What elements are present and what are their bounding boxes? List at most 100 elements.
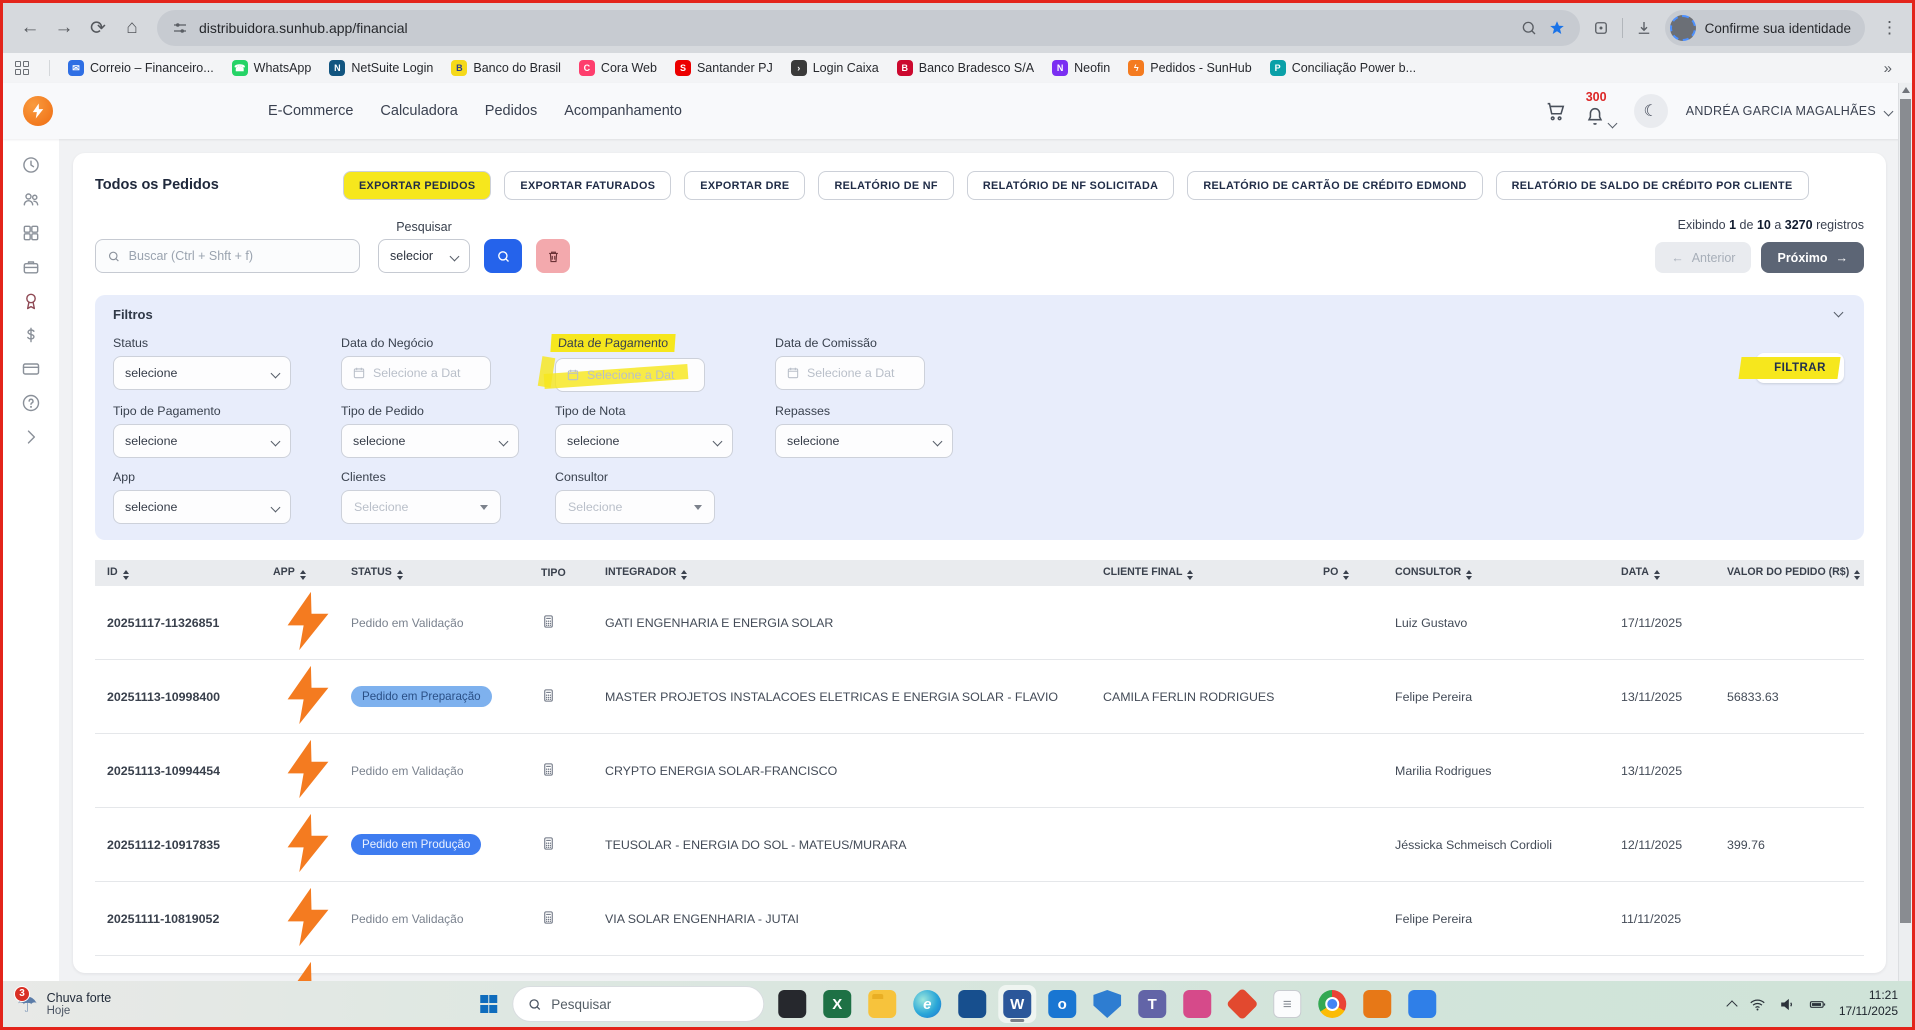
export-button-0[interactable]: EXPORTAR PEDIDOS [343, 171, 491, 200]
column-header-app[interactable]: APP [265, 560, 343, 586]
search-box[interactable] [95, 239, 360, 273]
table-row[interactable]: 20251111-10819052Pedido em ValidaçãoVIA … [95, 882, 1864, 956]
sidebar-history-icon[interactable] [21, 155, 41, 175]
scrollbar[interactable] [1898, 83, 1912, 981]
site-info-icon[interactable] [171, 19, 189, 37]
back-icon[interactable]: ← [13, 11, 47, 45]
weather-widget[interactable]: ☂3 Chuva forte Hoje [17, 991, 111, 1017]
start-button[interactable] [474, 989, 504, 1019]
search-page-icon[interactable] [1520, 19, 1538, 37]
taskbar-app-edge[interactable]: e [908, 985, 946, 1023]
search-input[interactable] [129, 249, 348, 263]
taskbar-app-teams[interactable]: T [1133, 985, 1171, 1023]
filter-data-negocio-input[interactable]: Selecione a Dat [341, 356, 491, 390]
export-button-2[interactable]: EXPORTAR DRE [684, 171, 805, 200]
battery-icon[interactable] [1809, 996, 1826, 1013]
bookmarks-overflow-icon[interactable]: » [1884, 60, 1900, 77]
column-header-data[interactable]: DATA [1613, 560, 1719, 586]
bookmark-item[interactable]: B Banco Bradesco S/A [897, 60, 1034, 76]
taskbar-app-photos[interactable] [1403, 985, 1441, 1023]
taskbar-search[interactable]: Pesquisar [512, 986, 764, 1022]
taskbar-app-chrome[interactable] [1313, 985, 1351, 1023]
bookmark-item[interactable]: ✉ Correio – Financeiro... [68, 60, 214, 76]
table-row[interactable]: 20251111-10801304Aguardando PagamentoEDI… [95, 956, 1864, 982]
user-menu[interactable]: ANDRÉA GARCIA MAGALHÃES [1686, 104, 1892, 118]
taskbar-app-console[interactable] [773, 985, 811, 1023]
sidebar-cards-icon[interactable] [21, 359, 41, 379]
taskbar-clock[interactable]: 11:21 17/11/2025 [1839, 988, 1898, 1019]
bookmark-item[interactable]: P Conciliação Power b... [1270, 60, 1416, 76]
filtrar-button[interactable]: FILTRAR [1756, 353, 1844, 383]
dark-mode-toggle[interactable]: ☾ [1634, 94, 1668, 128]
sidebar-users-icon[interactable] [21, 189, 41, 209]
scrollbar-thumb[interactable] [1900, 99, 1911, 923]
bookmark-item[interactable]: S Santander PJ [675, 60, 773, 76]
filter-tipo-pedido-select[interactable]: selecione [341, 424, 519, 458]
reload-icon[interactable]: ⟳ [81, 11, 115, 45]
taskbar-app-app-orange[interactable] [1358, 985, 1396, 1023]
bookmark-item[interactable]: N NetSuite Login [329, 60, 433, 76]
export-button-5[interactable]: RELATÓRIO DE CARTÃO DE CRÉDITO EDMOND [1187, 171, 1482, 200]
home-icon[interactable]: ⌂ [115, 11, 149, 45]
column-header-po[interactable]: PO [1315, 560, 1387, 586]
tray-overflow-icon[interactable] [1726, 1000, 1737, 1011]
column-header-consultor[interactable]: CONSULTOR [1387, 560, 1613, 586]
downloads-icon[interactable] [1635, 19, 1653, 37]
nav-item-e-commerce[interactable]: E-Commerce [268, 103, 353, 119]
bookmark-item[interactable]: B Banco do Brasil [451, 60, 561, 76]
column-header-status[interactable]: STATUS [343, 560, 533, 586]
column-header-cliente-final[interactable]: CLIENTE FINAL [1095, 560, 1315, 586]
extensions-icon[interactable] [1592, 19, 1610, 37]
sidebar-expand-icon[interactable] [21, 427, 41, 447]
forward-icon[interactable]: → [47, 11, 81, 45]
bookmark-item[interactable]: C Cora Web [579, 60, 657, 76]
next-page-button[interactable]: Próximo→ [1761, 242, 1864, 273]
table-row[interactable]: 20251112-10917835Pedido em ProduçãoTEUSO… [95, 808, 1864, 882]
volume-icon[interactable] [1779, 996, 1796, 1013]
bookmark-item[interactable]: ϟ Pedidos - SunHub [1128, 60, 1251, 76]
sidebar-help-icon[interactable] [21, 393, 41, 413]
taskbar-app-paint[interactable] [1178, 985, 1216, 1023]
apps-grid-icon[interactable] [15, 61, 29, 75]
cart-icon[interactable] [1544, 100, 1566, 122]
taskbar-app-security[interactable] [1088, 985, 1126, 1023]
order-id[interactable]: 20251111-10801304 [95, 956, 265, 982]
filter-tipo-pagamento-select[interactable]: selecione [113, 424, 291, 458]
sunhub-logo[interactable] [23, 96, 53, 126]
taskbar-app-explorer[interactable] [863, 985, 901, 1023]
taskbar-app-excel[interactable]: X [818, 985, 856, 1023]
sidebar-business-icon[interactable] [21, 257, 41, 277]
bookmark-star-icon[interactable] [1548, 19, 1566, 37]
bookmark-item[interactable]: N Neofin [1052, 60, 1110, 76]
taskbar-app-notepad[interactable]: ≡ [1268, 985, 1306, 1023]
bookmark-item[interactable]: ☎ WhatsApp [232, 60, 312, 76]
wifi-icon[interactable] [1749, 996, 1766, 1013]
filter-consultor-select[interactable]: Selecione [555, 490, 715, 524]
search-submit-button[interactable] [484, 239, 522, 273]
table-row[interactable]: 20251113-10998400Pedido em PreparaçãoMAS… [95, 660, 1864, 734]
taskbar-app-app-red[interactable] [1223, 985, 1261, 1023]
order-id[interactable]: 20251113-10998400 [95, 660, 265, 734]
filter-clientes-select[interactable]: Selecione [341, 490, 501, 524]
notifications-button[interactable]: 300 [1584, 95, 1616, 127]
order-id[interactable]: 20251117-11326851 [95, 586, 265, 660]
address-bar[interactable]: distribuidora.sunhub.app/financial [157, 10, 1580, 46]
column-header-valor-do-pedido-r-[interactable]: VALOR DO PEDIDO (R$) [1719, 560, 1864, 586]
filter-app-select[interactable]: selecione [113, 490, 291, 524]
filter-tipo-nota-select[interactable]: selecione [555, 424, 733, 458]
filter-repasses-select[interactable]: selecione [775, 424, 953, 458]
order-id[interactable]: 20251111-10819052 [95, 882, 265, 956]
column-header-integrador[interactable]: INTEGRADOR [597, 560, 1095, 586]
export-button-3[interactable]: RELATÓRIO DE NF [818, 171, 953, 200]
column-header-id[interactable]: ID [95, 560, 265, 586]
sidebar-rewards-icon[interactable] [21, 291, 41, 311]
nav-item-acompanhamento[interactable]: Acompanhamento [564, 103, 682, 119]
taskbar-app-outlook[interactable]: o [1043, 985, 1081, 1023]
filter-data-comissao-input[interactable]: Selecione a Dat [775, 356, 925, 390]
search-field-select[interactable]: selecior [378, 239, 470, 273]
table-row[interactable]: 20251117-11326851Pedido em ValidaçãoGATI… [95, 586, 1864, 660]
profile-button[interactable]: Confirme sua identidade [1665, 10, 1865, 46]
export-button-4[interactable]: RELATÓRIO DE NF SOLICITADA [967, 171, 1174, 200]
filter-data-pagamento-input[interactable]: Selecione a Dat [555, 358, 705, 392]
scroll-up-icon[interactable] [1902, 87, 1910, 93]
